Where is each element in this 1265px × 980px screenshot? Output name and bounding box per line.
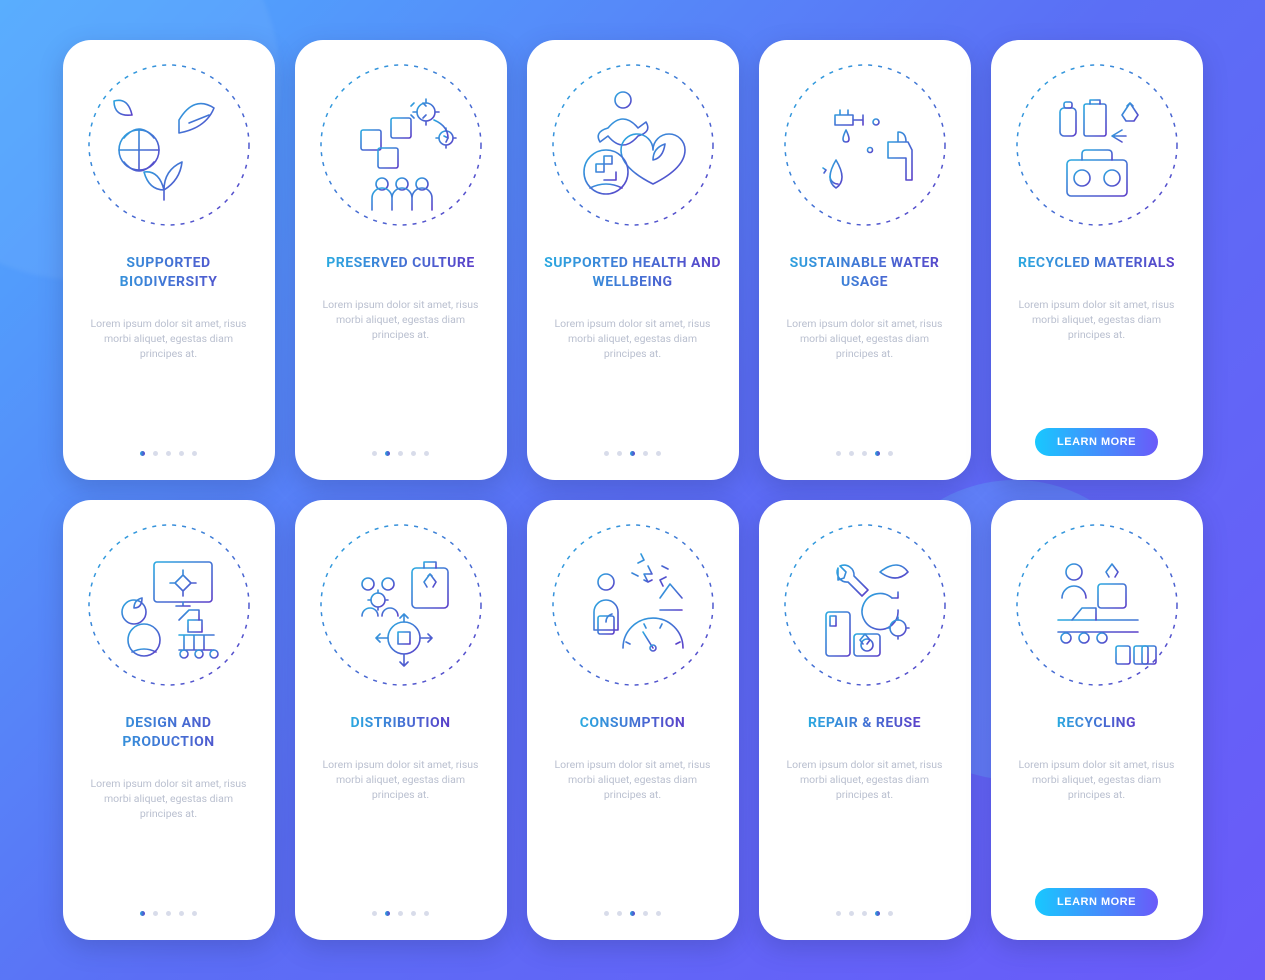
pager-dot[interactable] (630, 451, 635, 456)
pager-dots (836, 911, 893, 916)
pager-dots (604, 451, 661, 456)
pager-dots (372, 451, 429, 456)
pager-dot[interactable] (179, 451, 184, 456)
card-title: PRESERVED CULTURE (326, 254, 474, 273)
card-description: Lorem ipsum dolor sit amet, risus morbi … (780, 757, 950, 803)
phone-card: DISTRIBUTION Lorem ipsum dolor sit amet, … (295, 500, 507, 940)
pager-dot[interactable] (140, 911, 145, 916)
phone-card: REPAIR & REUSE Lorem ipsum dolor sit amet… (759, 500, 971, 940)
culture-icon (316, 60, 486, 230)
pager-dots (604, 911, 661, 916)
phone-card: RECYCLED MATERIALS Lorem ipsum dolor sit … (991, 40, 1203, 480)
card-description: Lorem ipsum dolor sit amet, risus morbi … (780, 316, 950, 362)
phone-grid: SUPPORTED BIODIVERSITY Lorem ipsum dolor … (63, 40, 1203, 940)
card-description: Lorem ipsum dolor sit amet, risus morbi … (1012, 757, 1182, 803)
card-description: Lorem ipsum dolor sit amet, risus morbi … (1012, 297, 1182, 343)
pager-dots (140, 911, 197, 916)
phone-card: DESIGN AND PRODUCTION Lorem ipsum dolor s… (63, 500, 275, 940)
card-description: Lorem ipsum dolor sit amet, risus morbi … (84, 776, 254, 822)
pager-dot[interactable] (888, 451, 893, 456)
health-wellbeing-icon (548, 60, 718, 230)
card-description: Lorem ipsum dolor sit amet, risus morbi … (316, 297, 486, 343)
card-description: Lorem ipsum dolor sit amet, risus morbi … (316, 757, 486, 803)
pager-dot[interactable] (617, 451, 622, 456)
pager-dot[interactable] (192, 911, 197, 916)
card-title: DISTRIBUTION (350, 714, 450, 733)
phone-card: SUPPORTED BIODIVERSITY Lorem ipsum dolor … (63, 40, 275, 480)
card-title: SUPPORTED BIODIVERSITY (79, 254, 259, 292)
phone-card: RECYCLING Lorem ipsum dolor sit amet, ris… (991, 500, 1203, 940)
pager-dot[interactable] (643, 451, 648, 456)
pager-dot[interactable] (630, 911, 635, 916)
pager-dot[interactable] (424, 451, 429, 456)
pager-dot[interactable] (153, 911, 158, 916)
pager-dots (836, 451, 893, 456)
pager-dot[interactable] (166, 451, 171, 456)
card-title: REPAIR & REUSE (808, 714, 921, 733)
pager-dot[interactable] (411, 911, 416, 916)
pager-dot[interactable] (424, 911, 429, 916)
pager-dot[interactable] (153, 451, 158, 456)
pager-dot[interactable] (617, 911, 622, 916)
pager-dot[interactable] (398, 911, 403, 916)
phone-card: PRESERVED CULTURE Lorem ipsum dolor sit a… (295, 40, 507, 480)
pager-dot[interactable] (411, 451, 416, 456)
recycling-icon (1012, 520, 1182, 690)
recycled-materials-icon (1012, 60, 1182, 230)
pager-dot[interactable] (140, 451, 145, 456)
pager-dot[interactable] (385, 911, 390, 916)
pager-dot[interactable] (875, 451, 880, 456)
repair-reuse-icon (780, 520, 950, 690)
pager-dot[interactable] (166, 911, 171, 916)
pager-dot[interactable] (849, 451, 854, 456)
learn-more-button[interactable]: LEARN MORE (1035, 888, 1158, 916)
card-description: Lorem ipsum dolor sit amet, risus morbi … (548, 757, 718, 803)
pager-dot[interactable] (385, 451, 390, 456)
pager-dots (372, 911, 429, 916)
phone-card: CONSUMPTION Lorem ipsum dolor sit amet, r… (527, 500, 739, 940)
water-usage-icon (780, 60, 950, 230)
card-title: SUPPORTED HEALTH AND WELLBEING (543, 254, 723, 292)
pager-dot[interactable] (656, 911, 661, 916)
distribution-icon (316, 520, 486, 690)
phone-card: SUSTAINABLE WATER USAGE Lorem ipsum dolor… (759, 40, 971, 480)
pager-dot[interactable] (836, 451, 841, 456)
pager-dot[interactable] (192, 451, 197, 456)
card-description: Lorem ipsum dolor sit amet, risus morbi … (84, 316, 254, 362)
pager-dot[interactable] (849, 911, 854, 916)
pager-dot[interactable] (398, 451, 403, 456)
pager-dot[interactable] (372, 911, 377, 916)
card-description: Lorem ipsum dolor sit amet, risus morbi … (548, 316, 718, 362)
card-title: SUSTAINABLE WATER USAGE (775, 254, 955, 292)
card-title: CONSUMPTION (580, 714, 686, 733)
biodiversity-icon (84, 60, 254, 230)
pager-dot[interactable] (604, 911, 609, 916)
pager-dot[interactable] (372, 451, 377, 456)
pager-dot[interactable] (862, 451, 867, 456)
learn-more-button[interactable]: LEARN MORE (1035, 428, 1158, 456)
pager-dot[interactable] (862, 911, 867, 916)
card-title: RECYCLED MATERIALS (1018, 254, 1175, 273)
pager-dot[interactable] (643, 911, 648, 916)
pager-dot[interactable] (875, 911, 880, 916)
pager-dot[interactable] (179, 911, 184, 916)
pager-dot[interactable] (656, 451, 661, 456)
pager-dot[interactable] (604, 451, 609, 456)
pager-dot[interactable] (836, 911, 841, 916)
design-production-icon (84, 520, 254, 690)
card-title: DESIGN AND PRODUCTION (79, 714, 259, 752)
pager-dots (140, 451, 197, 456)
pager-dot[interactable] (888, 911, 893, 916)
card-title: RECYCLING (1057, 714, 1136, 733)
phone-card: SUPPORTED HEALTH AND WELLBEING Lorem ipsu… (527, 40, 739, 480)
consumption-icon (548, 520, 718, 690)
